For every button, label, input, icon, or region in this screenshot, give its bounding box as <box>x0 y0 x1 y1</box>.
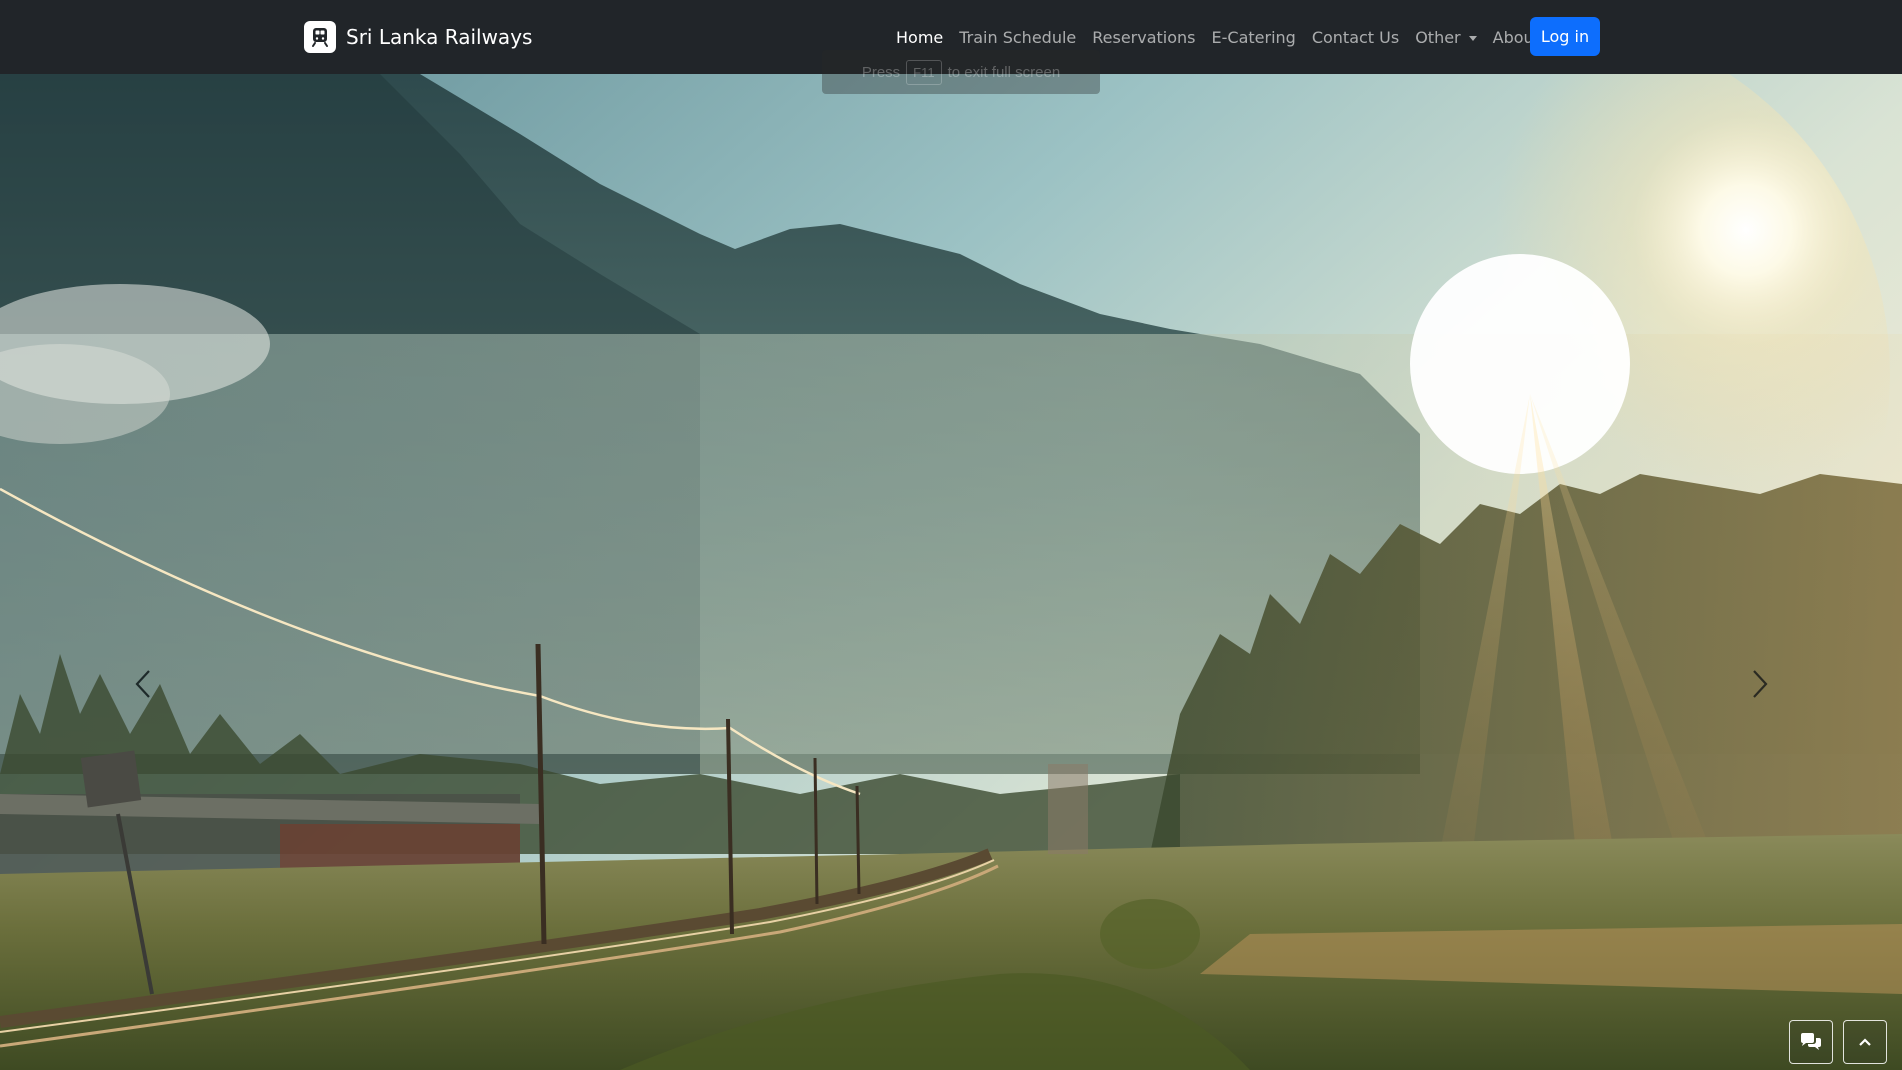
chat-bubbles-icon <box>1801 1033 1821 1050</box>
nav-reservations[interactable]: Reservations <box>1084 28 1203 47</box>
nav-contact-us[interactable]: Contact Us <box>1304 28 1407 47</box>
hero-carousel <box>0 74 1902 1070</box>
carousel-next-button[interactable] <box>1740 654 1780 714</box>
fullscreen-notice-suffix: to exit full screen <box>947 63 1061 81</box>
nav-other-label: Other <box>1415 27 1461 47</box>
chevron-up-icon <box>1859 1038 1871 1046</box>
caret-down-icon <box>1468 35 1477 41</box>
chat-button[interactable] <box>1789 1020 1833 1064</box>
main-nav: Home Train Schedule Reservations E-Cater… <box>888 24 1589 50</box>
fullscreen-notice: Press F11 to exit full screen <box>822 50 1100 94</box>
fullscreen-notice-prefix: Press <box>861 63 901 81</box>
train-icon <box>304 21 336 53</box>
nav-train-schedule[interactable]: Train Schedule <box>951 28 1084 47</box>
carousel-prev-button[interactable] <box>123 654 163 714</box>
brand-link[interactable]: Sri Lanka Railways <box>304 21 532 53</box>
scroll-to-top-button[interactable] <box>1843 1020 1887 1064</box>
nav-other-dropdown[interactable]: Other <box>1407 28 1484 47</box>
nav-e-catering[interactable]: E-Catering <box>1204 28 1304 47</box>
brand-name: Sri Lanka Railways <box>346 25 533 49</box>
chevron-left-icon <box>135 670 150 698</box>
fullscreen-notice-key: F11 <box>906 59 942 85</box>
nav-home[interactable]: Home <box>888 28 951 47</box>
hero-image <box>0 74 1902 1070</box>
chevron-right-icon <box>1753 670 1768 698</box>
login-button[interactable]: Log in <box>1530 17 1600 56</box>
